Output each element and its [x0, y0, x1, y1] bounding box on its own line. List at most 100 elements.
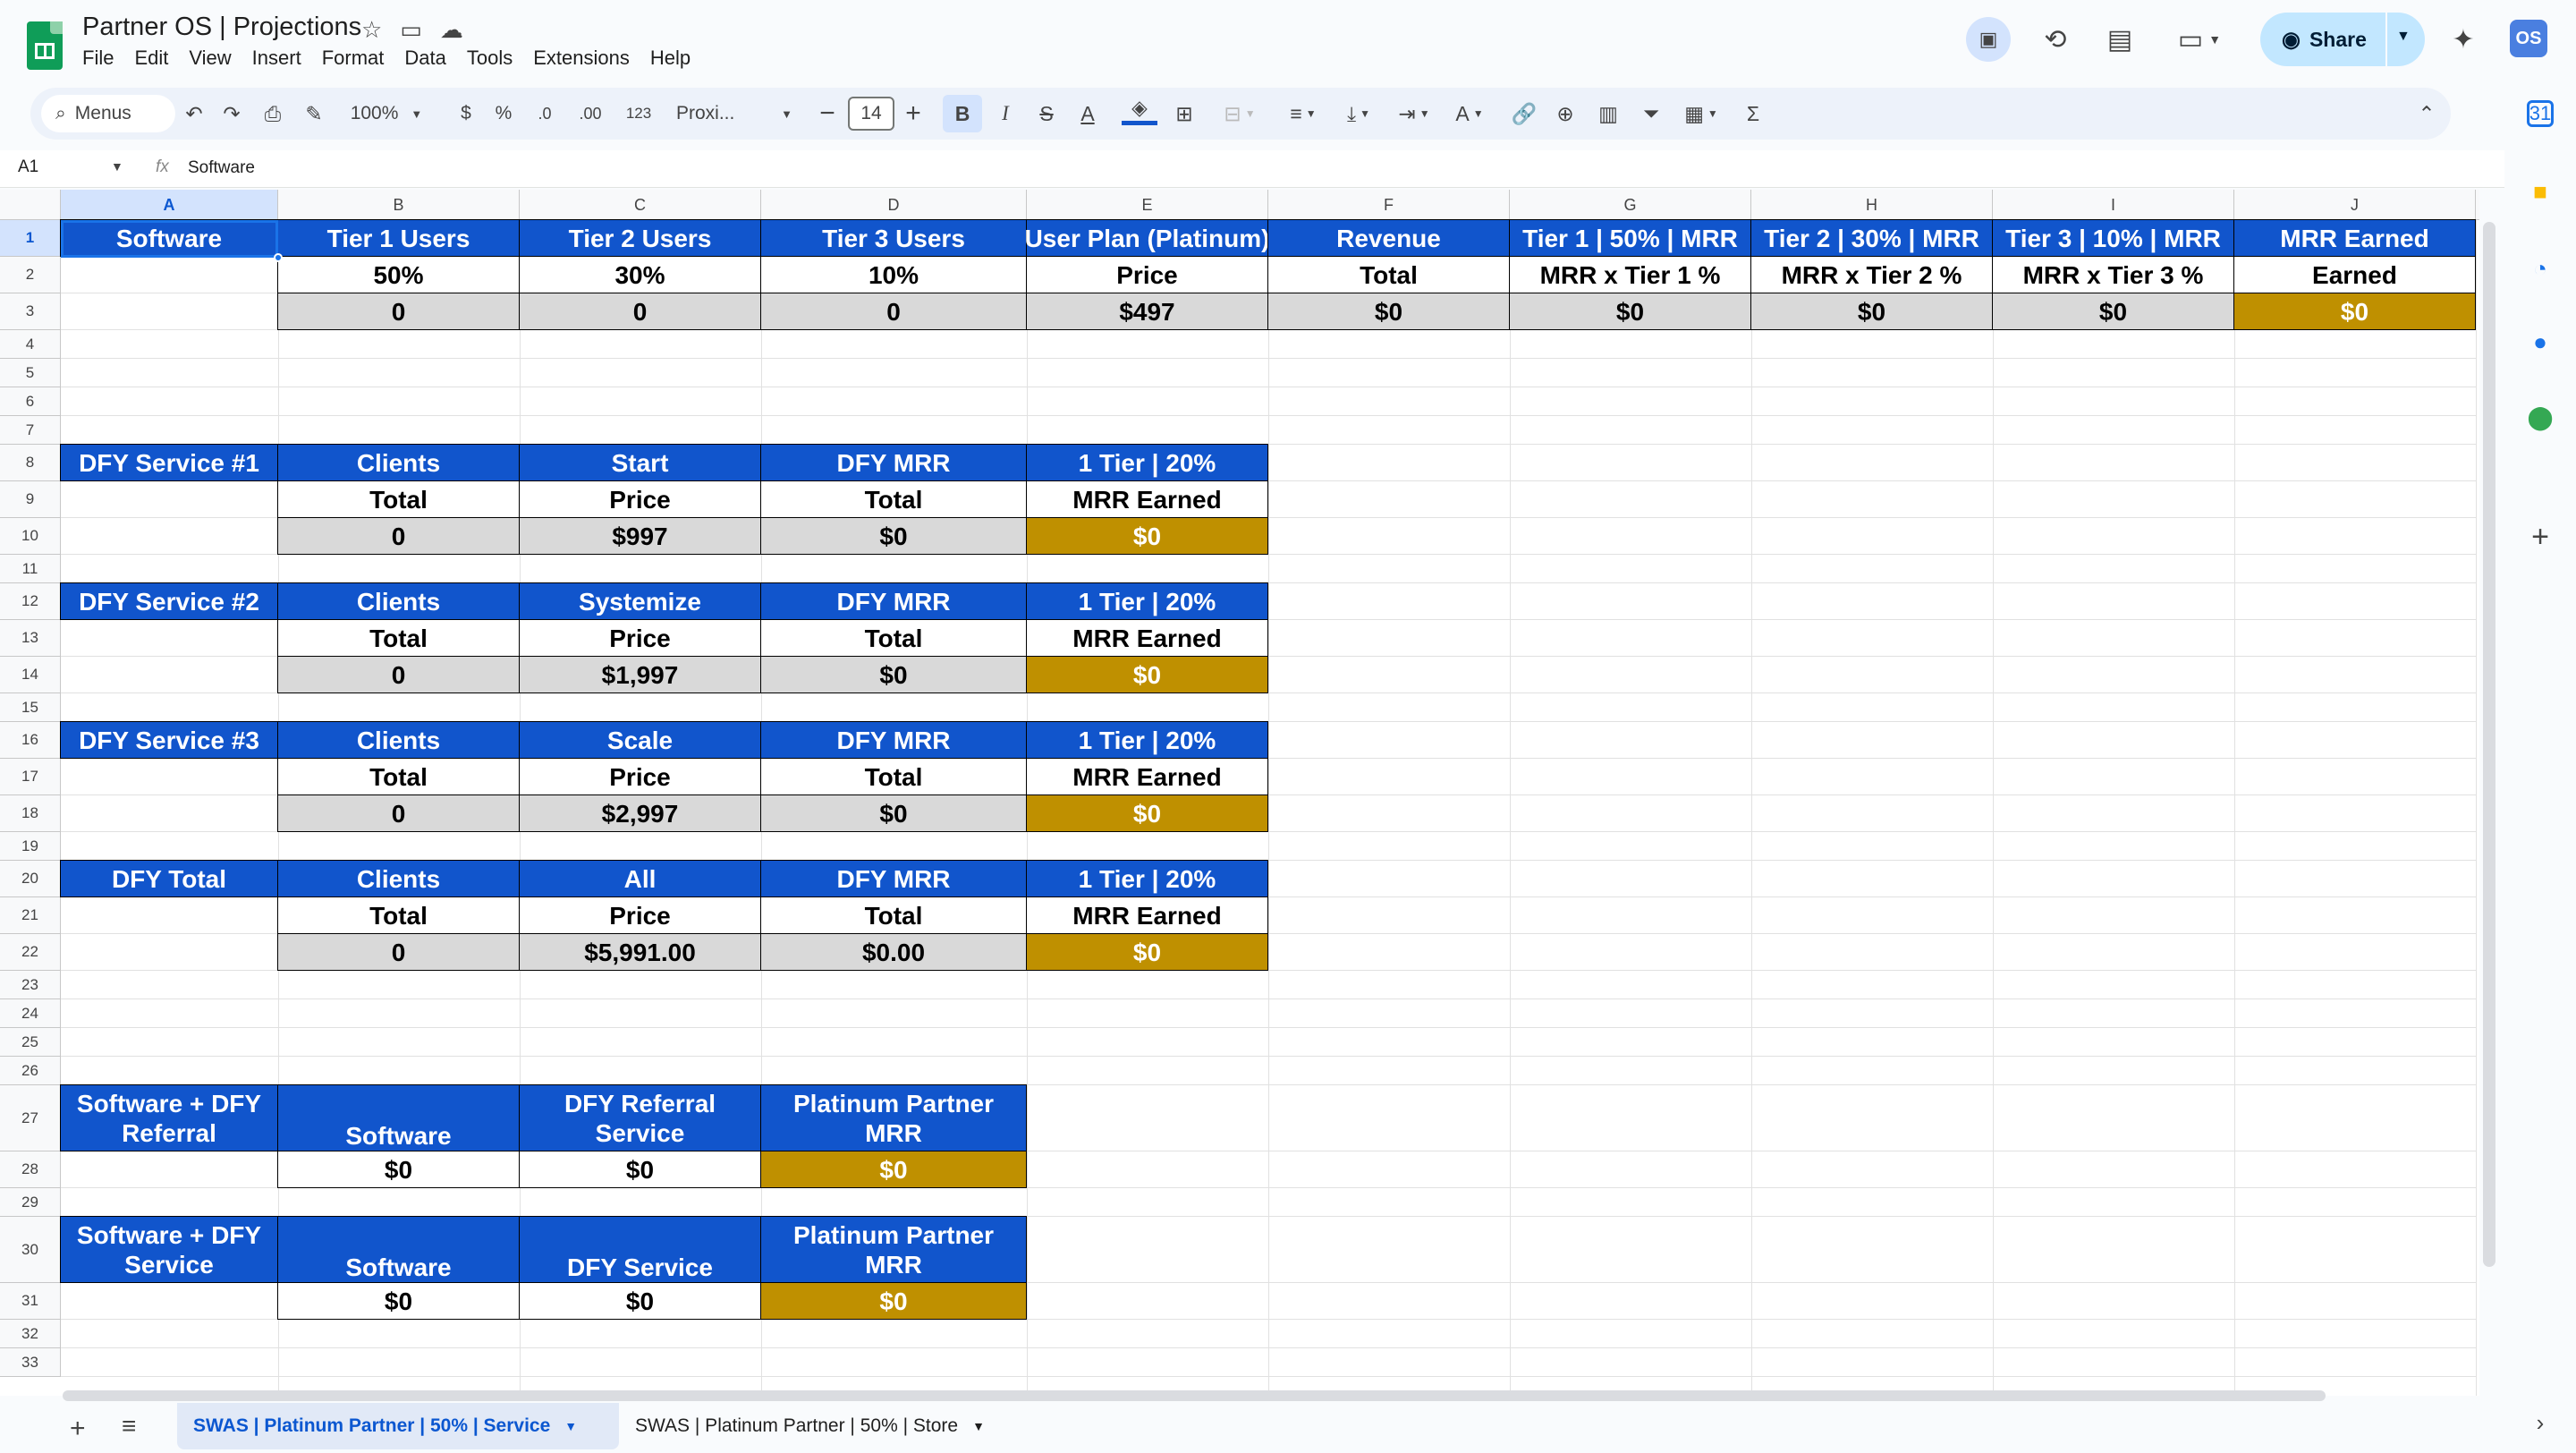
cell[interactable]: Total: [277, 619, 520, 657]
row-header[interactable]: 19: [0, 832, 61, 861]
cell[interactable]: $0: [1026, 794, 1268, 832]
cell[interactable]: Tier 1 Users: [277, 219, 520, 257]
cell[interactable]: Total: [277, 896, 520, 934]
cell[interactable]: $0.00: [760, 933, 1027, 971]
row-header[interactable]: 22: [0, 934, 61, 971]
menu-insert[interactable]: Insert: [252, 47, 301, 70]
font-family-select[interactable]: Proxi... ▼: [676, 95, 792, 132]
column-header[interactable]: C: [520, 190, 761, 220]
collapse-toolbar-icon[interactable]: ⌃: [2413, 95, 2440, 132]
decrease-font-size-button[interactable]: −: [814, 95, 841, 132]
cell[interactable]: User Plan (Platinum): [1025, 219, 1269, 257]
cell[interactable]: $2,997: [519, 794, 761, 832]
name-box-dropdown-icon[interactable]: ▼: [111, 159, 123, 174]
cell[interactable]: $0: [1750, 293, 1993, 330]
cell[interactable]: MRR x Tier 1 %: [1509, 256, 1751, 293]
document-title[interactable]: Partner OS | Projections: [82, 13, 361, 42]
column-header[interactable]: F: [1268, 190, 1510, 220]
cell[interactable]: 0: [277, 656, 520, 693]
column-header[interactable]: E: [1027, 190, 1268, 220]
cell[interactable]: Platinum Partner MRR: [760, 1084, 1027, 1151]
italic-button[interactable]: I: [987, 95, 1023, 132]
cell[interactable]: $1,997: [519, 656, 761, 693]
cell[interactable]: Systemize: [519, 582, 761, 620]
row-header[interactable]: 1: [0, 220, 61, 257]
font-size-input[interactable]: 14: [848, 97, 894, 131]
cell[interactable]: MRR Earned: [1026, 896, 1268, 934]
paint-format-icon[interactable]: ✎: [299, 95, 329, 132]
cell[interactable]: Tier 3 | 10% | MRR: [1992, 219, 2234, 257]
increase-decimal-button[interactable]: .00: [572, 95, 608, 132]
bold-button[interactable]: B: [943, 95, 982, 132]
row-header[interactable]: 5: [0, 359, 61, 387]
horizontal-align-icon[interactable]: ≡ ▼: [1279, 95, 1327, 132]
cell[interactable]: 30%: [519, 256, 761, 293]
row-header[interactable]: 15: [0, 693, 61, 722]
merge-cells-icon[interactable]: ⊟ ▼: [1213, 95, 1267, 132]
row-header[interactable]: 32: [0, 1320, 61, 1348]
column-header[interactable]: I: [1993, 190, 2234, 220]
add-sheet-icon[interactable]: +: [70, 1414, 86, 1444]
row-header[interactable]: 6: [0, 387, 61, 416]
functions-icon[interactable]: Σ: [1735, 95, 1771, 132]
cell[interactable]: 0: [277, 794, 520, 832]
row-header[interactable]: 4: [0, 330, 61, 359]
text-wrapping-icon[interactable]: ⇥ ▼: [1390, 95, 1438, 132]
insert-comment-icon[interactable]: ⊕: [1547, 95, 1583, 132]
cell[interactable]: 50%: [277, 256, 520, 293]
decrease-decimal-button[interactable]: .0: [530, 95, 560, 132]
row-header[interactable]: 27: [0, 1085, 61, 1151]
cell[interactable]: MRR Earned: [1026, 619, 1268, 657]
cell[interactable]: Clients: [277, 860, 520, 897]
column-header[interactable]: J: [2234, 190, 2476, 220]
cell[interactable]: $0: [760, 1151, 1027, 1188]
cell[interactable]: DFY MRR: [760, 721, 1027, 759]
comments-icon[interactable]: ▤: [2100, 13, 2140, 66]
cell[interactable]: Price: [519, 619, 761, 657]
cell[interactable]: DFY Service #1: [60, 444, 278, 481]
cell[interactable]: $0: [1267, 293, 1510, 330]
row-header[interactable]: 13: [0, 620, 61, 657]
row-header[interactable]: 11: [0, 555, 61, 583]
cell[interactable]: 0: [277, 933, 520, 971]
cell[interactable]: 0: [277, 517, 520, 555]
tasks-icon[interactable]: ◔: [2522, 251, 2558, 286]
insert-chart-icon[interactable]: ▥: [1590, 95, 1626, 132]
cell[interactable]: Total: [277, 480, 520, 518]
calendar-icon[interactable]: 31: [2527, 100, 2554, 127]
insert-link-icon[interactable]: 🔗: [1506, 95, 1542, 132]
cloud-status-icon[interactable]: ☁: [440, 16, 463, 44]
cell[interactable]: Tier 2 Users: [519, 219, 761, 257]
cell[interactable]: MRR Earned: [2233, 219, 2476, 257]
present-mode-icon[interactable]: ▣: [1966, 17, 2011, 62]
column-header[interactable]: H: [1751, 190, 1993, 220]
cell[interactable]: 1 Tier | 20%: [1026, 582, 1268, 620]
cell[interactable]: Total: [760, 480, 1027, 518]
contacts-icon[interactable]: ●: [2522, 324, 2558, 360]
cell[interactable]: Software: [277, 1216, 520, 1283]
cell[interactable]: $0: [519, 1282, 761, 1320]
cell[interactable]: $0: [760, 1282, 1027, 1320]
row-header[interactable]: 17: [0, 759, 61, 795]
row-header[interactable]: 10: [0, 518, 61, 555]
sheets-logo-icon[interactable]: [27, 21, 63, 70]
spreadsheet-grid[interactable]: ABCDEFGHIJ 1 2 3 4 5 6 7 8 9 10 11 12 13 14 15 16 17 18 19…: [0, 190, 2479, 1396]
cell[interactable]: $0: [760, 517, 1027, 555]
cell[interactable]: MRR x Tier 3 %: [1992, 256, 2234, 293]
select-all-corner[interactable]: [0, 190, 61, 220]
cell[interactable]: Earned: [2233, 256, 2476, 293]
cell[interactable]: Price: [1026, 256, 1268, 293]
cell[interactable]: $0: [1509, 293, 1751, 330]
cell[interactable]: 10%: [760, 256, 1027, 293]
version-history-icon[interactable]: ⟲: [2036, 13, 2075, 66]
percent-format-button[interactable]: %: [490, 95, 517, 132]
increase-font-size-button[interactable]: +: [900, 95, 927, 132]
fill-handle[interactable]: [274, 253, 283, 262]
cell[interactable]: $0: [519, 1151, 761, 1188]
cell[interactable]: Software: [60, 219, 278, 257]
row-header[interactable]: 23: [0, 971, 61, 999]
menu-extensions[interactable]: Extensions: [533, 47, 630, 70]
cell[interactable]: $0: [2233, 293, 2476, 330]
menu-view[interactable]: View: [189, 47, 231, 70]
expand-panel-icon[interactable]: ›: [2522, 1405, 2558, 1440]
